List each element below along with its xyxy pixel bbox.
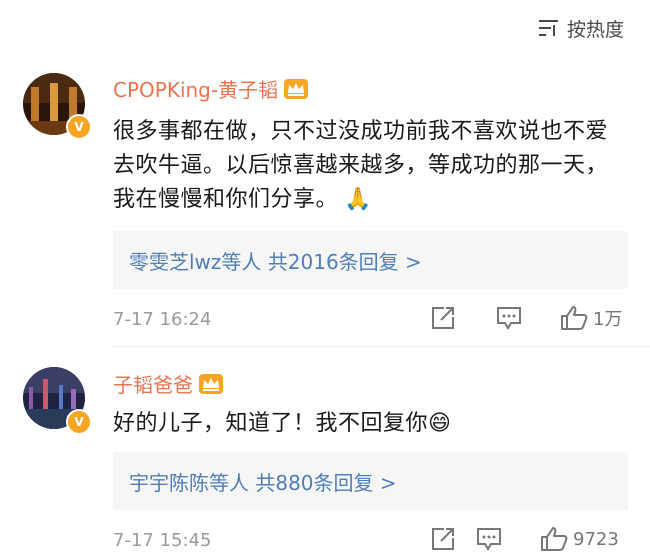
sort-lines-icon [538,19,560,37]
crown-badge-icon [198,373,224,395]
sort-by-hotness-button[interactable]: 按热度 [538,14,624,42]
username-link[interactable]: 子韬爸爸 [113,369,224,398]
username-text: 子韬爸爸 [113,373,193,397]
reply-button[interactable] [495,305,523,331]
like-button[interactable]: 9723 [540,526,619,552]
like-button[interactable]: 1万 [560,305,622,331]
share-icon [430,526,456,552]
comment-text: 很多事都在做，只不过没成功前我不喜欢说也不爱去吹牛逼。以后惊喜越来越多，等成功的… [113,119,609,212]
divider [113,346,650,347]
reply-summary: 零雯芝lwz等人 共2016条回复 > [129,249,422,274]
crown-badge-icon [283,78,309,100]
replies-link[interactable]: 宇宇陈陈等人 共880条回复 > [113,452,628,510]
verified-badge-icon: V [66,114,92,140]
comment-text: 好的儿子，知道了！我不回复你😄 [113,411,452,436]
replies-link[interactable]: 零雯芝lwz等人 共2016条回复 > [113,231,628,289]
folded-hands-emoji-icon: 🙏 [344,187,372,212]
sort-label: 按热度 [566,18,624,41]
comment-time: 7-17 15:45 [113,529,212,551]
share-icon [430,305,456,331]
share-button[interactable] [430,526,456,552]
like-count: 9723 [573,528,619,550]
grinning-face-emoji-icon: 😄 [428,411,452,436]
username-text: CPOPKing-黄子韬 [113,78,279,102]
thumbs-up-icon [540,526,568,552]
comment-icon [495,305,523,331]
comment-time: 7-17 16:24 [113,308,212,330]
reply-summary: 宇宇陈陈等人 共880条回复 > [129,470,397,495]
like-count: 1万 [593,309,623,330]
comment-icon [475,526,503,552]
share-button[interactable] [430,305,456,331]
username-link[interactable]: CPOPKing-黄子韬 [113,74,309,103]
thumbs-up-icon [560,305,588,331]
reply-button[interactable] [475,526,503,552]
verified-badge-icon: V [66,409,92,435]
